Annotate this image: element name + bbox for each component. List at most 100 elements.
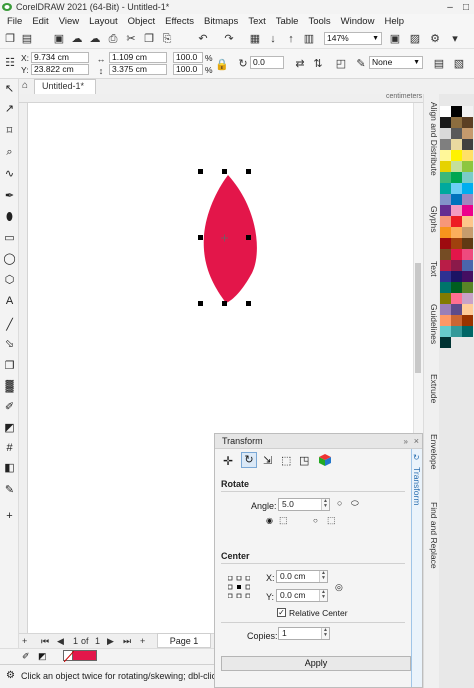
- palette-swatch[interactable]: [440, 337, 451, 348]
- palette-swatch[interactable]: [440, 293, 451, 304]
- docker-tab-text[interactable]: Text: [425, 261, 439, 277]
- palette-swatch[interactable]: [440, 161, 451, 172]
- options-gear-icon[interactable]: ⚙: [428, 32, 442, 46]
- transform-header[interactable]: Transform » ×: [215, 434, 422, 449]
- palette-swatch[interactable]: [462, 304, 473, 315]
- palette-swatch[interactable]: [462, 128, 473, 139]
- selection-handle-mr[interactable]: [246, 235, 251, 240]
- menu-edit[interactable]: Edit: [27, 16, 53, 27]
- palette-swatch[interactable]: [451, 139, 462, 150]
- palette-swatch[interactable]: [440, 117, 451, 128]
- angle-input[interactable]: 5.0 ▲ ▼: [278, 498, 330, 511]
- open-folder-icon[interactable]: ▤: [20, 32, 34, 46]
- ellipse-tool-icon[interactable]: ◯: [2, 252, 17, 267]
- copies-spinner[interactable]: ▲ ▼: [321, 628, 329, 639]
- menu-object[interactable]: Object: [123, 16, 160, 27]
- width-field[interactable]: 1.109 cm: [109, 52, 167, 63]
- palette-swatch[interactable]: [440, 227, 451, 238]
- zoom-level-dropdown[interactable]: 147% ▼: [324, 32, 382, 45]
- crop-tool-icon[interactable]: ⌑: [2, 124, 17, 139]
- scale-mirror-icon[interactable]: ⇲: [263, 454, 272, 467]
- palette-swatch[interactable]: [451, 183, 462, 194]
- target-icon[interactable]: ◎: [335, 582, 343, 593]
- next-page-icon[interactable]: ▶: [107, 636, 114, 647]
- smart-fill-icon[interactable]: ⬮: [2, 210, 17, 225]
- redo-icon[interactable]: ↷: [222, 32, 236, 46]
- freehand-tool-icon[interactable]: ∿: [2, 167, 17, 182]
- palette-swatch[interactable]: [451, 216, 462, 227]
- horizontal-ruler[interactable]: [19, 94, 423, 103]
- corner-icon[interactable]: ◰: [334, 57, 348, 71]
- print-icon[interactable]: ⎙: [106, 32, 120, 46]
- palette-swatch[interactable]: [440, 216, 451, 227]
- palette-swatch[interactable]: [462, 227, 473, 238]
- docker-tab-glyphs[interactable]: Glyphs: [425, 206, 439, 232]
- position-mode-icon[interactable]: ✛: [223, 454, 233, 468]
- palette-swatch[interactable]: [462, 205, 473, 216]
- palette-swatch[interactable]: [451, 260, 462, 271]
- palette-swatch[interactable]: [451, 150, 462, 161]
- palette-swatch[interactable]: [440, 238, 451, 249]
- cube-icon[interactable]: [319, 454, 331, 466]
- palette-swatch[interactable]: [451, 304, 462, 315]
- palette-swatch[interactable]: [440, 183, 451, 194]
- last-page-icon[interactable]: ⏭: [123, 636, 131, 647]
- publish-pdf-icon[interactable]: ▥: [302, 32, 316, 46]
- selection-handle-bl[interactable]: [198, 301, 203, 306]
- copies-input[interactable]: 1 ▲ ▼: [278, 627, 330, 640]
- copy-icon[interactable]: ❐: [142, 32, 156, 46]
- palette-swatch[interactable]: [440, 139, 451, 150]
- export-icon[interactable]: ↑: [284, 32, 298, 46]
- cloud-upload-icon[interactable]: ☁: [70, 32, 84, 46]
- outline-tool-icon[interactable]: ✎: [2, 483, 17, 498]
- lock-ratio-icon[interactable]: 🔒: [215, 58, 229, 72]
- selection-handle-tl[interactable]: [198, 169, 203, 174]
- palette-swatch[interactable]: [462, 106, 473, 117]
- artistic-media-icon[interactable]: ✒: [2, 189, 17, 204]
- docker-tab-extrude[interactable]: Extrude: [425, 374, 439, 403]
- position-x-field[interactable]: 9.734 cm: [31, 52, 89, 63]
- docker-tab-guidelines[interactable]: Guidelines: [425, 304, 439, 344]
- palette-swatch[interactable]: [440, 282, 451, 293]
- outline-pen-icon[interactable]: ✎: [354, 57, 368, 71]
- palette-swatch[interactable]: [462, 249, 473, 260]
- selection-handle-bc[interactable]: [222, 301, 227, 306]
- zoom-tool-icon[interactable]: ⌕: [2, 145, 17, 160]
- palette-swatch[interactable]: [440, 326, 451, 337]
- paste-icon[interactable]: ⎘: [160, 32, 174, 46]
- palette-swatch[interactable]: [451, 315, 462, 326]
- palette-swatch[interactable]: [451, 172, 462, 183]
- radio-selected-icon[interactable]: ◉: [266, 516, 273, 525]
- mirror-horizontal-icon[interactable]: ⇄: [293, 57, 307, 71]
- center-y-spinner[interactable]: ▲ ▼: [319, 590, 327, 601]
- palette-swatch[interactable]: [451, 161, 462, 172]
- height-field[interactable]: 3.375 cm: [109, 64, 167, 75]
- undo-icon[interactable]: ↶: [196, 32, 210, 46]
- add-page-before-icon[interactable]: +: [22, 636, 27, 646]
- angle-spinner[interactable]: ▲ ▼: [321, 499, 329, 510]
- skew-mode-icon[interactable]: ◳: [299, 454, 309, 467]
- eyedropper-tool-icon[interactable]: ✐: [2, 400, 17, 415]
- color-eyedropper-icon[interactable]: ✐: [22, 651, 30, 662]
- palette-swatch[interactable]: [462, 271, 473, 282]
- menu-layout[interactable]: Layout: [84, 16, 123, 27]
- transparency-tool-icon[interactable]: ▓: [2, 379, 17, 394]
- palette-swatch[interactable]: [451, 326, 462, 337]
- text-tool-icon[interactable]: A: [2, 294, 17, 309]
- launch-icon[interactable]: ▾: [448, 32, 462, 46]
- parallel-dimension-icon[interactable]: ╱: [2, 318, 17, 333]
- palette-swatch[interactable]: [451, 249, 462, 260]
- palette-swatch[interactable]: [440, 304, 451, 315]
- import-icon[interactable]: ↓: [266, 32, 280, 46]
- palette-swatch[interactable]: [440, 315, 451, 326]
- docker-tab-align[interactable]: Align and Distribute: [425, 102, 439, 176]
- previous-page-icon[interactable]: ◀: [57, 636, 64, 647]
- palette-swatch[interactable]: [451, 205, 462, 216]
- center-x-input[interactable]: 0.0 cm ▲ ▼: [276, 570, 328, 583]
- palette-swatch[interactable]: [462, 117, 473, 128]
- menu-table[interactable]: Table: [271, 16, 304, 27]
- search-content-icon[interactable]: ▦: [248, 32, 262, 46]
- rotate-mode-icon[interactable]: ↻: [241, 452, 257, 468]
- apply-button[interactable]: Apply: [221, 656, 411, 671]
- palette-swatch[interactable]: [462, 194, 473, 205]
